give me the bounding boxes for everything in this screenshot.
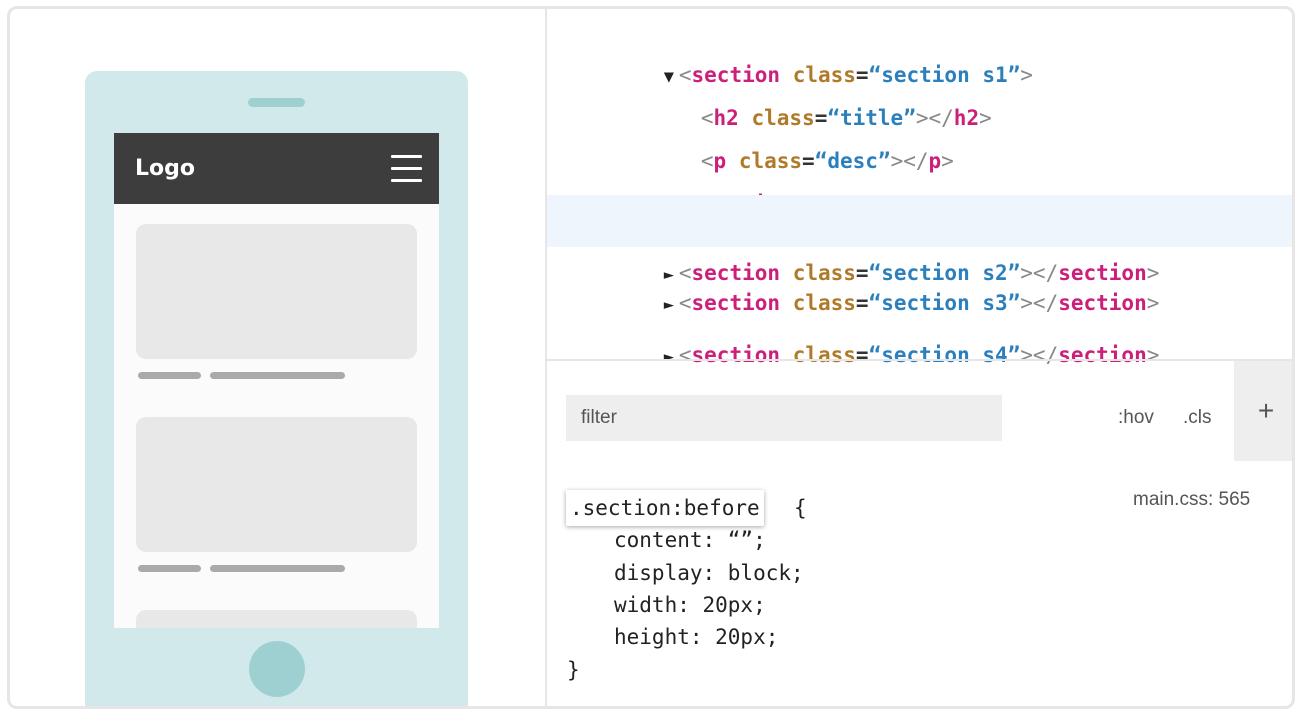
site-logo[interactable]: Logo bbox=[135, 154, 195, 184]
attr-equals: = bbox=[855, 343, 869, 367]
attr-value: “section s4” bbox=[868, 343, 1021, 367]
tag-bracket: ></ bbox=[1020, 343, 1059, 367]
closing-tag-name: section bbox=[1058, 343, 1147, 367]
card-meta-bar bbox=[138, 565, 201, 572]
phone-screen: Logo bbox=[114, 133, 439, 628]
devtools-illustration-frame: Logo ▼ <section class=“section s1”> <h2 c… bbox=[7, 6, 1295, 709]
content-card-2 bbox=[136, 417, 417, 552]
css-declaration[interactable]: width: 20px; bbox=[614, 589, 766, 621]
stylesheet-source-link[interactable]: main.css: 565 bbox=[1133, 485, 1250, 515]
content-card-1 bbox=[136, 224, 417, 359]
hamburger-menu-icon[interactable] bbox=[391, 155, 422, 182]
phone-home-button[interactable] bbox=[249, 641, 305, 697]
attr-name: class bbox=[792, 343, 856, 367]
styles-filter-input[interactable]: filter bbox=[566, 395, 1002, 441]
panel-divider bbox=[547, 359, 1292, 361]
site-header: Logo bbox=[114, 133, 439, 204]
css-declaration[interactable]: display: block; bbox=[614, 557, 804, 589]
cls-toggle[interactable]: .cls bbox=[1183, 403, 1212, 433]
open-brace: { bbox=[794, 496, 807, 520]
hov-toggle[interactable]: :hov bbox=[1118, 403, 1154, 433]
phone-mockup: Logo bbox=[85, 71, 468, 706]
css-declaration[interactable]: height: 20px; bbox=[614, 621, 778, 653]
phone-speaker bbox=[248, 98, 305, 107]
css-selector[interactable]: .section:before bbox=[566, 490, 764, 526]
tree-node-section-s4[interactable]: ► <section class=“section s4”></section> bbox=[547, 310, 1292, 402]
dom-tree-panel: ▼ <section class=“section s1”> <h2 class=… bbox=[547, 9, 1292, 367]
close-brace: } bbox=[567, 658, 580, 682]
card-meta-bar bbox=[210, 372, 345, 379]
card-meta-bar bbox=[138, 372, 201, 379]
add-rule-button[interactable]: + bbox=[1234, 361, 1292, 461]
tag-name: section bbox=[691, 343, 781, 367]
tag-bracket: > bbox=[1146, 343, 1160, 367]
tag-bracket: < bbox=[678, 343, 692, 367]
css-declaration[interactable]: content: “”; bbox=[614, 524, 766, 556]
tree-node-section-s2[interactable]: ► <section class=“section s2”></section> bbox=[547, 195, 1292, 285]
card-meta-bar bbox=[210, 565, 345, 572]
content-card-3 bbox=[136, 610, 417, 628]
triangle-right-icon[interactable]: ► bbox=[659, 342, 679, 372]
